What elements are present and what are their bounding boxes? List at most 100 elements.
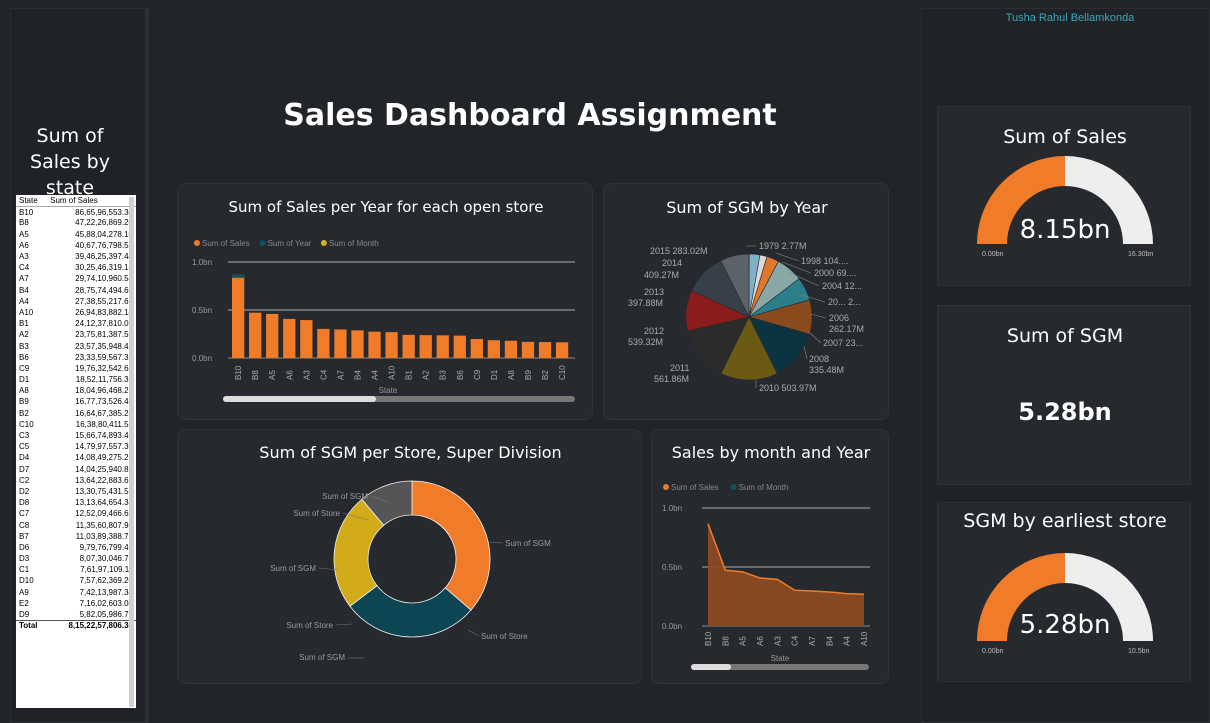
state-cell: B10 [19, 207, 34, 217]
bar [470, 338, 483, 358]
kpi-sales-min: 0.00bn [982, 251, 1004, 258]
bar [402, 334, 415, 358]
sales-cell: 7,16,02,603.04 [79, 598, 133, 608]
legend-marker [259, 240, 266, 246]
state-cell: D6 [19, 542, 30, 552]
table-row[interactable]: B4 28,75,74,494.69 [16, 285, 136, 296]
table-row[interactable]: C8 11,35,60,807.98 [16, 519, 136, 530]
donut-label: Sum of SGM [299, 653, 345, 662]
table-row[interactable]: D3 8,07,30,046.73 [16, 553, 136, 564]
bar [487, 340, 501, 358]
table-row[interactable]: B10 86,65,96,553.30 [16, 206, 136, 217]
table-row[interactable]: C5 14,79,97,557.39 [16, 441, 136, 452]
sales-cell: 27,38,55,217.61 [75, 296, 133, 306]
x-tick: A5 [268, 370, 277, 380]
state-cell: B1 [19, 319, 29, 329]
kpi-sales-value: 8.15bn [1019, 215, 1111, 245]
state-table[interactable]: State Sum of Sales B10 86,65,96,553.30 B8 47… [16, 195, 136, 708]
table-row[interactable]: D8 13,13,64,654.38 [16, 497, 136, 508]
sales-cell: 14,08,49,275.26 [75, 453, 133, 463]
table-row[interactable]: D9 5,82,05,986.79 [16, 609, 136, 620]
bar-year-segment [232, 274, 245, 278]
table-row[interactable]: B6 23,33,59,567.31 [16, 352, 136, 363]
leader-line [808, 331, 822, 344]
total-value: 8,15,22,57,806.36 [47, 619, 136, 632]
donut-label: Sum of Store [286, 621, 333, 630]
table-row[interactable]: B2 16,64,67,385.25 [16, 408, 136, 419]
sales-cell: 23,33,59,567.31 [75, 352, 133, 362]
earliest-gauge [977, 553, 1153, 641]
table-row[interactable]: C4 30,25,46,319.18 [16, 262, 136, 273]
table-row[interactable]: A9 7,42,13,987.34 [16, 587, 136, 598]
sales-cell: 23,75,81,387.59 [75, 330, 133, 340]
table-row[interactable]: A4 27,38,55,217.61 [16, 296, 136, 307]
pie-label: 2013 [644, 287, 664, 297]
state-cell: B6 [19, 352, 29, 362]
table-row[interactable]: C1 7,61,97,109.11 [16, 564, 136, 575]
table-row[interactable]: B7 11,03,89,388.72 [16, 531, 136, 542]
table-row[interactable]: B3 23,57,35,948.47 [16, 340, 136, 351]
table-row[interactable]: C9 19,76,32,542.68 [16, 363, 136, 374]
x-tick: B3 [439, 370, 448, 380]
state-cell: D1 [19, 375, 30, 385]
donut-label: Sum of Store [293, 509, 340, 518]
sales-cell: 29,74,10,960.58 [75, 274, 133, 284]
table-row[interactable]: B8 47,22,26,869.20 [16, 217, 136, 228]
table-scrollbar[interactable] [129, 197, 134, 707]
x-tick: A7 [336, 370, 345, 380]
bar [436, 335, 449, 358]
y-tick: 0.0bn [662, 622, 682, 631]
sales-cell: 14,04,25,940.87 [75, 464, 133, 474]
table-row[interactable]: B9 16,77,73,526.43 [16, 396, 136, 407]
state-cell: B2 [19, 408, 29, 418]
kpi-earliest-min: 0.00bn [982, 648, 1004, 655]
pie-label: 2014 [662, 258, 682, 268]
state-cell: B7 [19, 531, 29, 541]
pie-label: 20... 2... [828, 297, 861, 307]
table-row[interactable]: A3 39,46,25,397.44 [16, 251, 136, 262]
table-row[interactable]: D10 7,57,62,369.20 [16, 575, 136, 586]
leader-line [489, 541, 504, 544]
table-row[interactable]: A10 26,94,83,882.14 [16, 307, 136, 318]
sales-cell: 39,46,25,397.44 [75, 252, 133, 262]
table-row[interactable]: D4 14,08,49,275.26 [16, 452, 136, 463]
pie-label: 2012 [644, 326, 664, 336]
sales-cell: 5,82,05,986.79 [79, 609, 133, 619]
scrollbar-thumb [223, 396, 376, 402]
x-tick: B6 [456, 370, 465, 380]
col-state[interactable]: State [16, 195, 48, 207]
table-row[interactable]: D2 13,30,75,431.51 [16, 486, 136, 497]
leader-line [335, 623, 353, 626]
table-row[interactable]: C2 13,64,22,883.67 [16, 475, 136, 486]
sales-cell: 7,57,62,369.20 [79, 576, 133, 586]
table-row[interactable]: D7 14,04,25,940.87 [16, 464, 136, 475]
area-chart-panel: Sales by month and Year Sum of Sales Sum … [651, 429, 889, 684]
sales-cell: 11,03,89,388.72 [75, 531, 133, 541]
kpi-earliest-value: 5.28bn [1019, 610, 1111, 640]
state-table-title: Sum of Sales by state [30, 125, 110, 199]
pie-label: 1979 2.77M [759, 241, 807, 251]
table-row[interactable]: A5 45,88,04,278.10 [16, 229, 136, 240]
donut-chart-panel: Sum of SGM per Store, Super Division Sum… [177, 429, 642, 684]
x-tick: C10 [558, 365, 567, 380]
table-row[interactable]: E2 7,16,02,603.04 [16, 598, 136, 609]
table-row[interactable]: D1 18,52,11,756.35 [16, 374, 136, 385]
state-cell: B3 [19, 341, 29, 351]
table-row[interactable]: A8 18,04,96,468.27 [16, 385, 136, 396]
table-row[interactable]: A2 23,75,81,387.59 [16, 329, 136, 340]
table-row[interactable]: C10 16,38,80,411.57 [16, 419, 136, 430]
table-row[interactable]: D6 9,79,76,799.49 [16, 542, 136, 553]
bar [249, 312, 262, 358]
table-row[interactable]: B1 24,12,37,810.07 [16, 318, 136, 329]
sales-cell: 11,35,60,807.98 [75, 520, 133, 530]
col-sum-of-sales[interactable]: Sum of Sales [47, 195, 136, 207]
leader-line [803, 345, 808, 360]
table-row[interactable]: C7 12,52,09,466.62 [16, 508, 136, 519]
table-row[interactable]: C3 15,66,74,893.46 [16, 430, 136, 441]
table-row[interactable]: A7 29,74,10,960.58 [16, 273, 136, 284]
pie-label: 262.17M [829, 324, 864, 334]
state-cell: A6 [19, 240, 29, 250]
table-row[interactable]: A6 40,67,76,798.53 [16, 240, 136, 251]
sales-cell: 12,52,09,466.62 [75, 509, 133, 519]
bar [385, 332, 398, 358]
